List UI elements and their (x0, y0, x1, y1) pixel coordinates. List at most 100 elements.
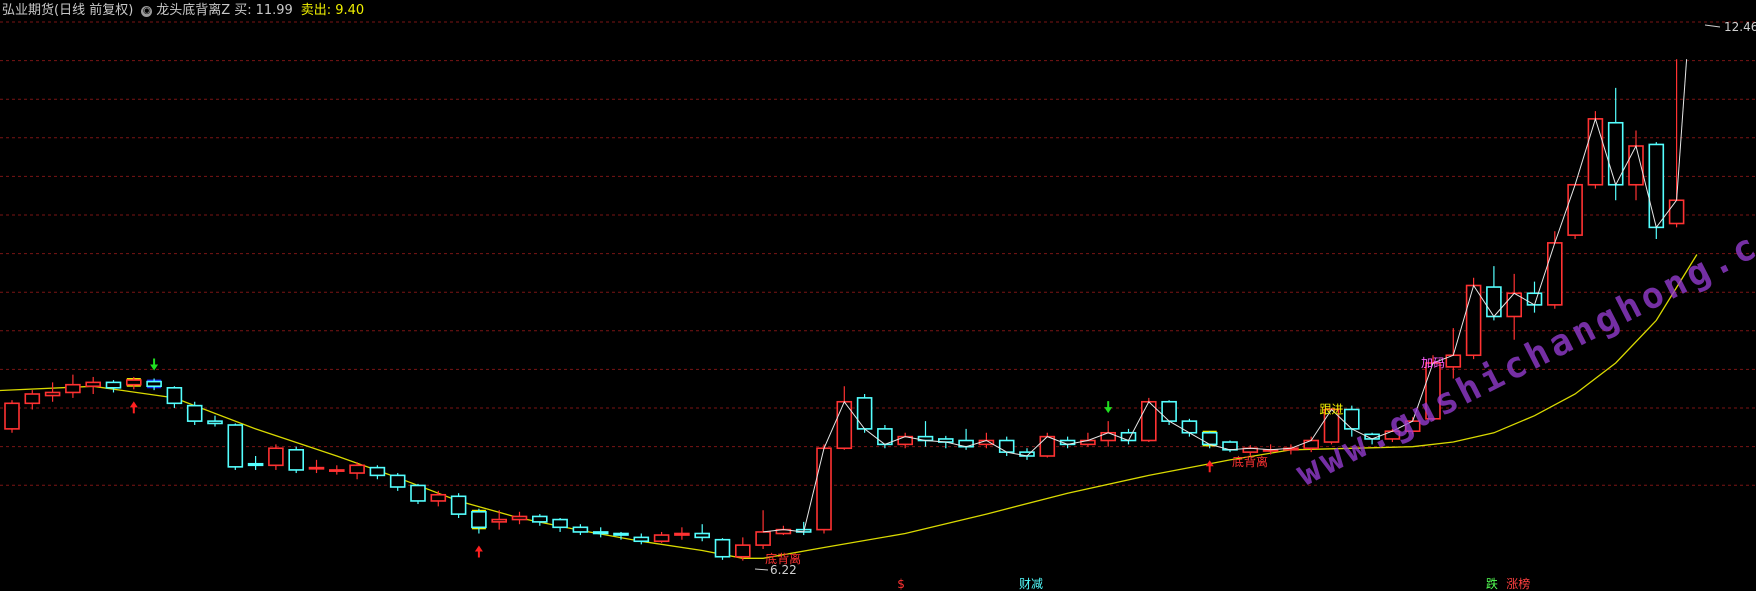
candle-down (633, 533, 650, 545)
candle-up (755, 510, 771, 549)
candle-up (1141, 397, 1157, 443)
candle-body (4, 402, 20, 430)
circle-dot-icon[interactable]: ◉ (141, 5, 153, 17)
candle-body (369, 466, 386, 477)
candle-down (288, 446, 305, 474)
candle-body (714, 538, 731, 558)
candle-body (1506, 292, 1522, 318)
candle-body (308, 466, 325, 470)
candle-down (592, 527, 609, 538)
candle-body (24, 393, 41, 405)
candle-body (816, 447, 832, 531)
candle-body (674, 532, 690, 536)
candle-body (65, 383, 81, 394)
candle-body (1648, 143, 1665, 229)
candle-down (1526, 281, 1543, 313)
candle-body (450, 495, 467, 515)
candle-up (4, 400, 20, 433)
candle-down (917, 421, 934, 447)
candle-body (44, 391, 61, 397)
sell-value: 9.40 (335, 3, 365, 18)
candle-body (755, 531, 771, 546)
candle-down (389, 473, 406, 491)
candlestick-chart: 底背离底背离跟进加码12.466.22$ 财减跌涨榜 (0, 20, 1756, 591)
candle-body (247, 462, 264, 467)
candle-up (1587, 111, 1604, 189)
candle-up (430, 490, 447, 507)
candle-body (1547, 242, 1563, 306)
candle-body (328, 469, 345, 472)
candle-down (450, 493, 467, 518)
candle-body (186, 404, 203, 422)
candle-up (268, 444, 284, 470)
candle-up (1506, 273, 1522, 340)
bottom-label: 财减 (1019, 577, 1043, 591)
candle-up (44, 382, 61, 402)
candle-up (349, 462, 365, 480)
buy-arrow-icon (474, 545, 483, 558)
candle-up (734, 537, 751, 561)
candle-down (1222, 440, 1238, 453)
candle-down (531, 514, 548, 526)
candle-up (1567, 183, 1583, 239)
candle-up (308, 459, 325, 474)
candle-up (328, 465, 345, 475)
candle-body (1100, 431, 1116, 442)
candle-body (126, 379, 142, 386)
candle-body (491, 518, 508, 523)
candle-body (552, 518, 568, 529)
stock-title: 弘业期货(日线 前复权) (2, 3, 134, 18)
candle-body (1201, 431, 1218, 446)
candle-up (85, 376, 101, 394)
sell-arrow-icon (150, 358, 159, 371)
candle-body (389, 474, 406, 488)
candle-up (65, 374, 81, 398)
candle-down (572, 524, 589, 536)
candle-body (85, 381, 101, 388)
candle-down (166, 386, 183, 408)
buy-value: 11.99 (255, 3, 293, 18)
candle-body (592, 531, 609, 535)
bottom-label: $ (897, 577, 905, 591)
candle-body (288, 448, 305, 471)
candle-body (1486, 286, 1502, 318)
signal-label: 底背离 (1232, 454, 1268, 469)
candle-body (1181, 420, 1198, 434)
candle-body (1141, 400, 1157, 442)
candle-body (166, 386, 183, 405)
candle-down (186, 401, 203, 425)
signal-label: 跟进 (1320, 403, 1344, 417)
candle-body (531, 515, 548, 523)
candle-body (471, 510, 487, 529)
candle-up (816, 444, 832, 534)
close-price-tail (1676, 59, 1688, 201)
candle-down (227, 423, 244, 470)
high-price-pointer (1704, 24, 1721, 28)
candle-body (633, 536, 650, 543)
candle-body (1120, 431, 1137, 442)
candle-body (998, 439, 1015, 453)
candle-body (349, 464, 365, 474)
bottom-label: 涨榜 (1506, 576, 1530, 591)
candle-up (897, 432, 914, 449)
candle-up (836, 386, 853, 450)
candle-body (734, 544, 751, 558)
candle-down (1486, 266, 1502, 321)
candle-body (1465, 284, 1482, 357)
candle-down (105, 380, 122, 393)
candle-body (1161, 400, 1177, 422)
candle-body (1526, 292, 1543, 306)
signal-label: 加码 (1421, 356, 1445, 370)
candle-body (410, 484, 426, 502)
close-price-line (763, 117, 1678, 533)
candle-down (1648, 142, 1665, 239)
candle-body (1668, 199, 1685, 225)
candle-body (227, 424, 244, 468)
candle-body (613, 532, 629, 536)
candle-down (856, 394, 873, 433)
bottom-label: 跌 (1486, 576, 1498, 591)
low-price-label: 6.22 (770, 563, 797, 577)
candle-body (146, 380, 162, 388)
candle-down (207, 415, 223, 427)
indicator-name: 龙头底背离Z (156, 3, 231, 18)
